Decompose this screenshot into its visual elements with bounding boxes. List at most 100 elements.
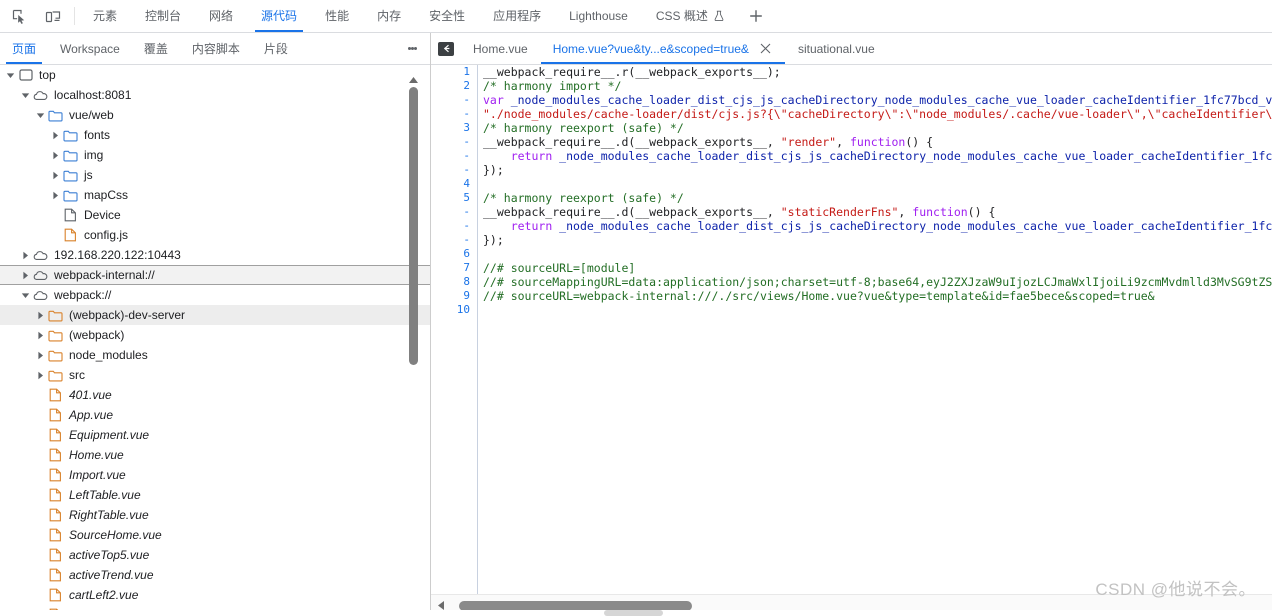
chevron-right-icon[interactable] [49, 189, 61, 201]
tree-item-label: activeTrend.vue [69, 568, 154, 582]
panel-tab-lighthouse[interactable]: Lighthouse [555, 0, 642, 32]
tree-item[interactable]: SourceHome.vue [0, 525, 430, 545]
chevron-down-icon[interactable] [19, 89, 31, 101]
file-orange-icon [47, 407, 64, 423]
chevron-right-icon[interactable] [34, 369, 46, 381]
add-panel-button[interactable] [739, 0, 773, 32]
show-navigator-icon[interactable] [431, 33, 461, 64]
line-number: 1 [463, 65, 470, 78]
tree-item[interactable]: RightTable.vue [0, 505, 430, 525]
code-token: }); [483, 163, 504, 177]
panel-tab-css-overview[interactable]: CSS 概述 [642, 0, 739, 32]
tree-item[interactable]: (webpack) [0, 325, 430, 345]
editor-tab-home-vue-template[interactable]: Home.vue?vue&ty...e&scoped=true& [540, 33, 786, 64]
scroll-up-arrow-icon[interactable] [408, 73, 419, 87]
close-icon[interactable] [759, 42, 773, 56]
editor-tab-home-vue[interactable]: Home.vue [461, 33, 541, 64]
code-line: var _node_modules_cache_loader_dist_cjs_… [479, 93, 1272, 107]
navigator-subtab-workspace[interactable]: Workspace [48, 33, 132, 64]
code-token: , [898, 205, 913, 219]
chevron-right-icon[interactable] [34, 329, 46, 341]
tree-item[interactable]: img [0, 145, 430, 165]
tree-item[interactable]: config.js [0, 225, 430, 245]
page-horizontal-scrollbar[interactable] [0, 610, 1272, 616]
panel-tab-label: 性能 [325, 9, 350, 23]
kebab-menu-icon[interactable] [402, 33, 422, 64]
navigator-subtab-snippets[interactable]: 片段 [252, 33, 300, 64]
tree-item[interactable]: localhost:8081 [0, 85, 430, 105]
panel-tab-memory[interactable]: 内存 [363, 0, 415, 32]
chevron-down-icon[interactable] [34, 109, 46, 121]
chevron-right-icon[interactable] [19, 269, 31, 281]
tree-item[interactable]: fonts [0, 125, 430, 145]
tree-item[interactable]: (webpack)-dev-server [0, 305, 430, 325]
folder-blue-icon [62, 127, 79, 143]
panel-tab-console[interactable]: 控制台 [131, 0, 195, 32]
tree-item[interactable]: top [0, 65, 430, 85]
chevron-right-icon[interactable] [49, 129, 61, 141]
panel-tab-sources[interactable]: 源代码 [247, 0, 311, 32]
tree-item[interactable]: node_modules [0, 345, 430, 365]
navigator-vertical-scrollbar[interactable] [405, 73, 422, 418]
navigator-subtab-bar: 页面 Workspace 覆盖 内容脚本 片段 [0, 33, 430, 65]
chevron-down-icon[interactable] [19, 289, 31, 301]
chevron-right-icon[interactable] [49, 169, 61, 181]
tree-item[interactable]: activeTrend.vue [0, 565, 430, 585]
folder-orange-icon [47, 327, 64, 343]
tree-item-label: js [84, 168, 93, 182]
scrollbar-thumb[interactable] [604, 610, 663, 616]
tree-item-label: config.js [84, 228, 129, 242]
tree-item[interactable]: Home.vue [0, 445, 430, 465]
tree-item[interactable]: vue/web [0, 105, 430, 125]
panel-tab-label: 网络 [209, 9, 234, 23]
tree-item-label: cartLeft2.vue [69, 588, 139, 602]
tree-item[interactable]: webpack:// [0, 285, 430, 305]
scrollbar-thumb[interactable] [409, 87, 418, 365]
tree-item[interactable]: mapCss [0, 185, 430, 205]
code-token: "staticRenderFns" [780, 205, 899, 219]
code-token: () { [967, 205, 996, 219]
code-token: function [912, 205, 968, 219]
tree-item[interactable]: 192.168.220.122:10443 [0, 245, 430, 265]
panel-tab-network[interactable]: 网络 [195, 0, 247, 32]
chevron-right-icon[interactable] [49, 149, 61, 161]
panel-tab-label: 应用程序 [493, 9, 542, 23]
tree-item[interactable]: Import.vue [0, 465, 430, 485]
device-toolbar-icon[interactable] [40, 3, 66, 29]
tree-item[interactable]: webpack-internal:// [0, 265, 430, 285]
chevron-down-icon[interactable] [4, 69, 16, 81]
navigator-subtab-page[interactable]: 页面 [0, 33, 48, 64]
line-number: - [463, 233, 470, 246]
tree-item[interactable]: LeftTable.vue [0, 485, 430, 505]
chevron-right-icon[interactable] [34, 349, 46, 361]
tree-item[interactable]: Equipment.vue [0, 425, 430, 445]
panel-tab-security[interactable]: 安全性 [415, 0, 479, 32]
tree-item[interactable]: Device [0, 205, 430, 225]
tree-item[interactable]: 401.vue [0, 385, 430, 405]
line-number: - [463, 163, 470, 176]
tree-item-label: App.vue [69, 408, 114, 422]
scrollbar-thumb[interactable] [459, 600, 692, 611]
editor-tab-situational-vue[interactable]: situational.vue [786, 33, 888, 64]
tree-item[interactable]: src [0, 365, 430, 385]
chevron-right-icon[interactable] [34, 309, 46, 321]
inspect-cursor-icon[interactable] [6, 3, 32, 29]
code-content[interactable]: __webpack_require__.r(__webpack_exports_… [479, 65, 1272, 594]
panel-tab-performance[interactable]: 性能 [311, 0, 363, 32]
tree-item[interactable]: cartLeft2.vue [0, 585, 430, 605]
file-tree-scroll-container[interactable]: top localhost:8081 vue/web fonts img js mapCss… [0, 65, 430, 616]
tree-item[interactable]: App.vue [0, 405, 430, 425]
code-editor[interactable]: 1 2- -3- - -4 5- - -6 7 8 9 10 __webpack_require__.… [431, 65, 1272, 594]
cloud-icon [32, 87, 49, 103]
code-token: "render" [780, 135, 837, 149]
twisty-placeholder [34, 509, 46, 521]
chevron-right-icon[interactable] [19, 249, 31, 261]
navigator-subtab-content-scripts[interactable]: 内容脚本 [180, 33, 252, 64]
panel-tab-application[interactable]: 应用程序 [479, 0, 555, 32]
tree-item[interactable]: js [0, 165, 430, 185]
navigator-subtab-overrides[interactable]: 覆盖 [132, 33, 180, 64]
tree-item[interactable]: activeTop5.vue [0, 545, 430, 565]
code-line: return _node_modules_cache_loader_dist_c… [479, 149, 1272, 163]
panel-tab-elements[interactable]: 元素 [79, 0, 131, 32]
